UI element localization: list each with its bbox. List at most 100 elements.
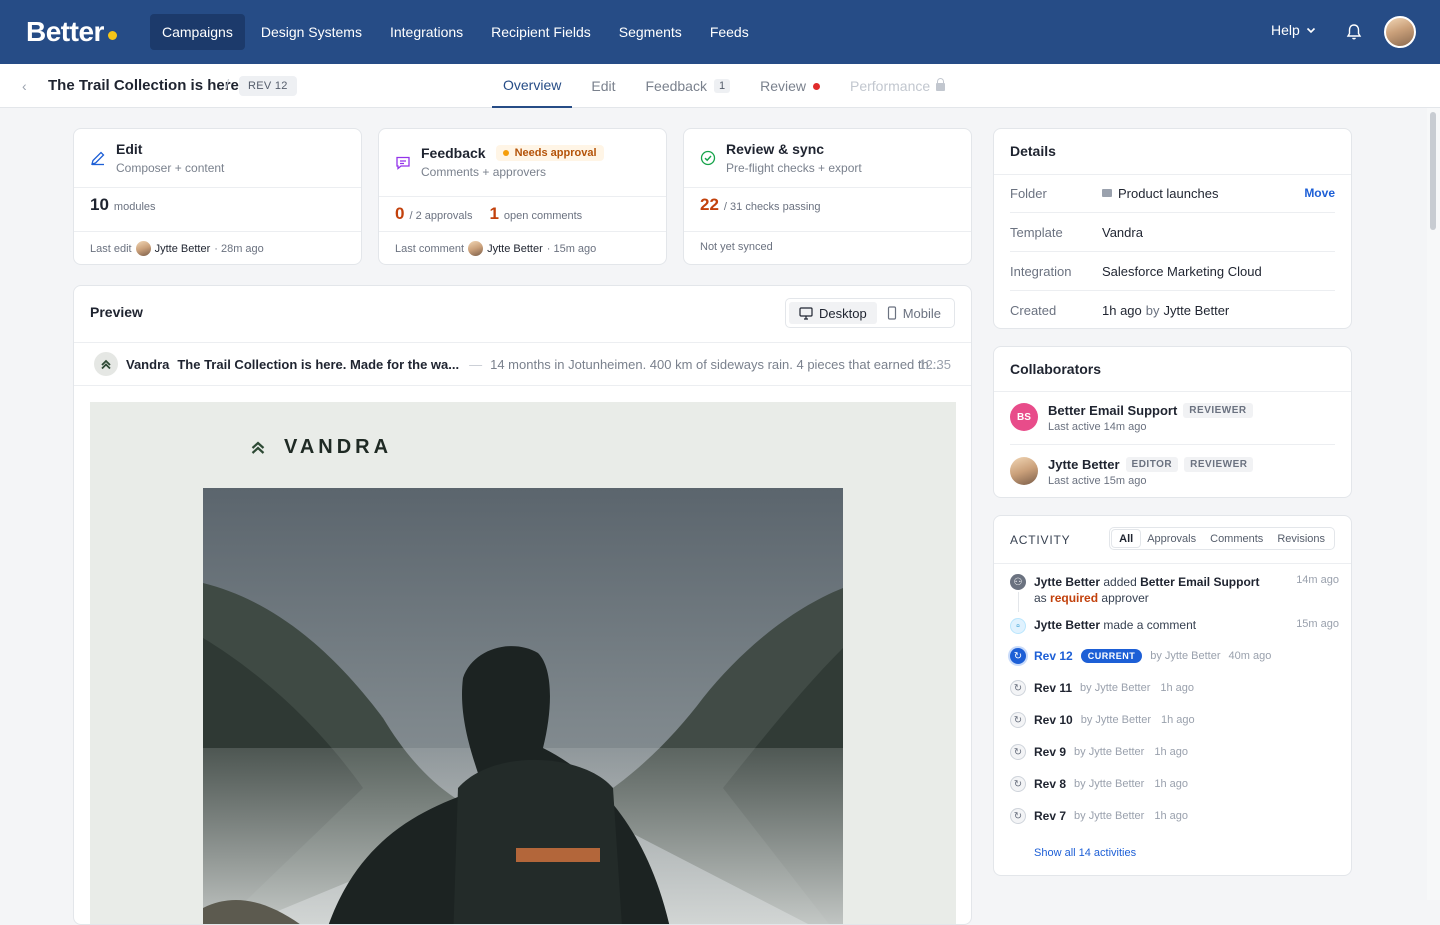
campaign-title: The Trail Collection is here: [48, 77, 239, 94]
feedback-card[interactable]: Feedback Needs approval Comments + appro…: [378, 128, 667, 265]
role-badge: REVIEWER: [1184, 457, 1254, 472]
sender-avatar: [94, 352, 118, 376]
created-row: Created 1h ago by Jytte Better: [1010, 303, 1230, 318]
collaborator-name: Better Email Support: [1048, 403, 1178, 418]
checks-passing-label: / 31 checks passing: [723, 201, 821, 213]
filter-comments[interactable]: Comments: [1203, 530, 1270, 547]
avatar: BS: [1010, 403, 1038, 431]
back-chevron-icon[interactable]: ‹: [22, 78, 27, 94]
email-subject: The Trail Collection is here. Made for t…: [177, 356, 460, 372]
email-time: 12:35: [918, 356, 951, 372]
lock-icon: [936, 78, 946, 91]
integration-row: Integration Salesforce Marketing Cloud: [1010, 252, 1335, 291]
user-add-icon: ⚇: [1010, 574, 1026, 590]
tab-edit[interactable]: Edit: [580, 64, 626, 108]
revision-item[interactable]: ↻ Rev 8 by Jytte Better 1h ago: [1010, 776, 1339, 792]
edit-card-subtitle: Composer + content: [116, 161, 225, 175]
last-active: Last active 15m ago: [1048, 475, 1147, 487]
feedback-count-badge: 1: [713, 79, 731, 93]
template-value: Vandra: [1102, 224, 1143, 240]
filter-revisions[interactable]: Revisions: [1270, 530, 1332, 547]
show-all-activities-link[interactable]: Show all 14 activities: [1034, 847, 1136, 859]
avatar: [135, 241, 151, 256]
revision-icon: ↻: [1010, 712, 1026, 728]
details-card: Details Folder Product launches Move Tem…: [993, 128, 1352, 329]
phone-icon: [887, 306, 896, 320]
filter-approvals[interactable]: Approvals: [1140, 530, 1203, 547]
revision-item[interactable]: ↻ Rev 12 CURRENT by Jytte Better 40m ago: [1010, 648, 1339, 664]
details-title: Details: [1010, 143, 1056, 159]
open-comments-count: 1: [489, 204, 499, 223]
nav-integrations[interactable]: Integrations: [378, 14, 475, 50]
nav-feeds[interactable]: Feeds: [698, 14, 761, 50]
sender-name: Vandra: [126, 356, 170, 372]
email-brand-header: VANDRA: [250, 436, 392, 459]
filter-all[interactable]: All: [1112, 530, 1141, 547]
nav-campaigns[interactable]: Campaigns: [150, 14, 245, 50]
folder-row: Folder Product launches Move: [1010, 174, 1335, 213]
revision-item[interactable]: ↻ Rev 9 by Jytte Better 1h ago: [1010, 744, 1339, 760]
help-menu[interactable]: Help: [1271, 22, 1316, 38]
vandra-logo-icon: [251, 441, 265, 454]
sync-status: Not yet synced: [700, 241, 773, 253]
avatar: [1010, 457, 1038, 485]
nav-segments[interactable]: Segments: [607, 14, 694, 50]
device-toggle: Desktop Mobile: [785, 298, 955, 328]
edit-card[interactable]: Edit Composer + content 10 modules Last …: [73, 128, 362, 265]
hero-image: [203, 488, 843, 924]
feedback-card-footer: Last comment Jytte Better · 15m ago: [395, 241, 597, 256]
module-count: 10: [90, 195, 109, 214]
edit-card-footer: Last edit Jytte Better · 28m ago: [90, 241, 264, 256]
preview-card: Preview Desktop Mobile Vandra The Trail …: [73, 285, 972, 925]
brand-logo[interactable]: Better: [26, 16, 117, 48]
monitor-icon: [799, 306, 813, 320]
review-card-subtitle: Pre-flight checks + export: [726, 161, 862, 175]
campaign-header: ‹ The Trail Collection is here / REV 12 …: [0, 64, 1440, 108]
chat-icon: [396, 156, 410, 170]
breadcrumb-separator: /: [225, 77, 230, 94]
chevron-down-icon: [1306, 27, 1315, 34]
activity-filter: All Approvals Comments Revisions: [1109, 527, 1335, 550]
tab-overview[interactable]: Overview: [492, 64, 573, 108]
revision-icon: ↻: [1010, 808, 1026, 824]
needs-approval-badge: Needs approval: [495, 145, 604, 161]
review-card-title: Review & sync: [726, 141, 825, 157]
top-navigation: Better Campaigns Design Systems Integrat…: [0, 0, 1440, 64]
page-scrollbar[interactable]: [1427, 108, 1440, 900]
role-badge: REVIEWER: [1183, 403, 1253, 418]
revision-item[interactable]: ↻ Rev 7 by Jytte Better 1h ago: [1010, 808, 1339, 824]
collaborator-item[interactable]: Jytte Better EDITOR REVIEWER Last active…: [1010, 457, 1335, 487]
check-circle-icon: [700, 150, 716, 166]
main-nav: Campaigns Design Systems Integrations Re…: [150, 14, 765, 50]
folder-value: Product launches: [1118, 185, 1219, 201]
move-button[interactable]: Move: [1304, 186, 1335, 200]
revision-icon: ↻: [1010, 744, 1026, 760]
tab-feedback[interactable]: Feedback 1: [634, 64, 741, 108]
revision-item[interactable]: ↻ Rev 10 by Jytte Better 1h ago: [1010, 712, 1339, 728]
collaborator-item[interactable]: BS Better Email Support REVIEWER Last ac…: [1010, 403, 1335, 433]
folder-icon: [1102, 189, 1112, 197]
scrollbar-thumb[interactable]: [1430, 112, 1436, 230]
integration-value: Salesforce Marketing Cloud: [1102, 263, 1262, 279]
avatar: [468, 241, 484, 256]
edit-card-title: Edit: [116, 141, 143, 157]
module-count-label: modules: [113, 201, 156, 213]
pencil-icon: [91, 151, 105, 166]
mobile-toggle[interactable]: Mobile: [877, 302, 951, 324]
tab-review[interactable]: Review: [749, 64, 831, 108]
review-card[interactable]: Review & sync Pre-flight checks + export…: [683, 128, 972, 265]
revision-icon: ↻: [1010, 680, 1026, 696]
revision-item[interactable]: ↻ Rev 11 by Jytte Better 1h ago: [1010, 680, 1339, 696]
nav-recipient-fields[interactable]: Recipient Fields: [479, 14, 603, 50]
tab-performance: Performance: [839, 64, 956, 108]
checks-passing-count: 22: [700, 195, 719, 214]
bell-icon[interactable]: [1344, 22, 1364, 42]
collaborators-title: Collaborators: [1010, 361, 1102, 377]
user-avatar[interactable]: [1384, 16, 1416, 48]
email-preheader: 14 months in Jotunheimen. 400 km of side…: [490, 356, 940, 372]
nav-design-systems[interactable]: Design Systems: [249, 14, 374, 50]
template-row: Template Vandra: [1010, 213, 1335, 252]
desktop-toggle[interactable]: Desktop: [789, 302, 877, 324]
vandra-logo-icon: [101, 359, 111, 370]
comment-icon: ▫: [1010, 618, 1026, 634]
